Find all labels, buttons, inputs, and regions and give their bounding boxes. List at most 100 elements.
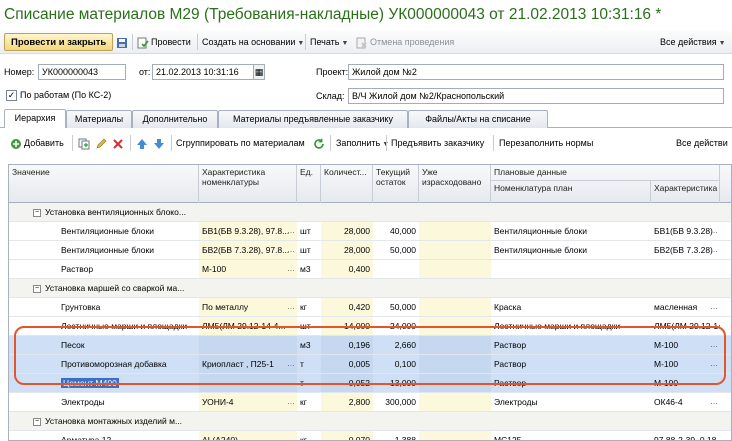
edit-icon[interactable]	[95, 135, 109, 151]
cell-used[interactable]	[419, 412, 491, 430]
cell-qty[interactable]: 0,420	[321, 298, 373, 316]
cell-stock[interactable]: 1,388	[373, 431, 419, 440]
cell-unit[interactable]	[297, 412, 321, 430]
cell-char[interactable]: По металлу	[199, 298, 297, 316]
cell-value[interactable]: Электроды	[9, 393, 199, 411]
cell-unit[interactable]	[297, 203, 321, 221]
tab-materials-presented[interactable]: Материалы предъявленные заказчику	[218, 110, 408, 128]
add-button[interactable]: Добавить	[10, 135, 64, 151]
cell-value[interactable]: − Установка вентиляционных блоко...	[9, 203, 199, 221]
cell-stock[interactable]: 50,000	[373, 241, 419, 259]
cell-qty[interactable]	[321, 279, 373, 297]
create-based-on-menu[interactable]: Создать на основании ▼	[202, 33, 304, 51]
cell-qty[interactable]: 0,400	[321, 260, 373, 278]
column-header-plan-characteristic[interactable]: Характеристика н	[651, 181, 720, 203]
vertical-scrollbar[interactable]	[720, 203, 731, 440]
collapse-icon[interactable]: −	[33, 417, 41, 426]
cell-used[interactable]	[419, 279, 491, 297]
move-up-icon[interactable]	[136, 135, 150, 151]
cell-plan-nom[interactable]: Краска	[491, 298, 651, 316]
table-row[interactable]: Вентиляционные блоки БВ2(БВ 7.3.28), 97.8…	[9, 241, 731, 260]
cell-stock[interactable]	[373, 279, 419, 297]
cell-char[interactable]: УОНИ-4	[199, 393, 297, 411]
cell-value[interactable]: Вентиляционные блоки	[9, 222, 199, 240]
cell-stock[interactable]	[373, 412, 419, 430]
tab-files-acts[interactable]: Файлы/Акты на списание	[408, 110, 548, 128]
cell-plan-nom[interactable]: Вентиляционные блоки	[491, 241, 651, 259]
cell-qty[interactable]: 2,800	[321, 393, 373, 411]
table-row[interactable]: Раствор М-100… м3 0,400	[9, 260, 731, 279]
by-works-checkbox[interactable]: ✓	[6, 90, 17, 101]
cell-unit[interactable]: м3	[297, 260, 321, 278]
group-row[interactable]: − Установка маршей со сваркой ма...	[9, 279, 731, 298]
cell-stock[interactable]: 300,000	[373, 393, 419, 411]
all-actions-menu[interactable]: Все действи	[676, 135, 728, 151]
tab-materials[interactable]: Материалы	[66, 110, 132, 128]
cell-stock[interactable]	[373, 260, 419, 278]
tab-hierarchy[interactable]: Иерархия	[4, 109, 66, 128]
select-button-icon[interactable]: …	[710, 303, 718, 311]
column-header-value[interactable]: Значение	[9, 165, 199, 203]
cell-qty[interactable]: 0,070	[321, 431, 373, 440]
cell-value[interactable]: Грунтовка	[9, 298, 199, 316]
column-header-characteristic[interactable]: Характеристика номенклатуры	[199, 165, 297, 203]
cell-plan-char[interactable]	[651, 279, 720, 297]
cell-unit[interactable]: шт	[297, 222, 321, 240]
project-field[interactable]: Жилой дом №2	[348, 64, 724, 80]
delete-icon[interactable]	[112, 135, 126, 151]
cell-plan-nom[interactable]	[491, 279, 651, 297]
calendar-icon[interactable]: ▦	[253, 64, 265, 80]
collapse-icon[interactable]: −	[33, 284, 41, 293]
group-row[interactable]: − Установка вентиляционных блоко...	[9, 203, 731, 222]
all-actions-menu[interactable]: Все действия ▼	[660, 33, 726, 51]
table-row[interactable]: Электроды УОНИ-4… кг 2,800 300,000 Электроды О…	[9, 393, 731, 412]
cell-unit[interactable]: кг	[297, 393, 321, 411]
cell-plan-nom[interactable]	[491, 412, 651, 430]
select-button-icon[interactable]: …	[287, 436, 295, 441]
cell-plan-char[interactable]	[651, 203, 720, 221]
cell-char[interactable]	[199, 203, 297, 221]
table-row[interactable]: Вентиляционные блоки БВ1(БВ 9.3.28), 97.8…	[9, 222, 731, 241]
cell-plan-nom[interactable]: МС125	[491, 431, 651, 440]
cell-value[interactable]: − Установка монтажных изделий м...	[9, 412, 199, 430]
cell-used[interactable]	[419, 260, 491, 278]
column-header-quantity[interactable]: Количест...	[321, 165, 373, 203]
refresh-icon[interactable]	[313, 135, 327, 151]
select-button-icon[interactable]: …	[710, 227, 718, 235]
present-to-customer-button[interactable]: Предъявить заказчику	[391, 135, 484, 151]
column-header-plan-nomenclature[interactable]: Номенклатура план	[491, 181, 651, 203]
group-by-materials-button[interactable]: Сгруппировать по материалам	[176, 135, 305, 151]
column-header-stock[interactable]: Текущий остаток	[373, 165, 419, 203]
refill-norms-button[interactable]: Перезаполнить нормы	[499, 135, 593, 151]
select-button-icon[interactable]: …	[287, 265, 295, 273]
cell-plan-nom[interactable]	[491, 260, 651, 278]
select-button-icon[interactable]: …	[710, 398, 718, 406]
post-and-close-button[interactable]: Провести и закрыть	[4, 33, 114, 51]
cell-char[interactable]: БВ2(БВ 7.3.28), 97.8...	[199, 241, 297, 259]
cell-char[interactable]: AI (A240)	[199, 431, 297, 440]
cell-unit[interactable]	[297, 279, 321, 297]
cell-qty[interactable]	[321, 412, 373, 430]
cell-qty[interactable]: 28,000	[321, 222, 373, 240]
cell-stock[interactable]: 40,000	[373, 222, 419, 240]
select-button-icon[interactable]: …	[710, 436, 718, 441]
number-field[interactable]: УК000000043	[38, 64, 126, 80]
cell-qty[interactable]: 28,000	[321, 241, 373, 259]
cell-used[interactable]	[419, 241, 491, 259]
select-button-icon[interactable]: …	[287, 227, 295, 235]
cell-used[interactable]	[419, 222, 491, 240]
column-header-plan-data[interactable]: Плановые данные	[491, 165, 720, 181]
cell-used[interactable]	[419, 431, 491, 440]
table-row[interactable]: Грунтовка По металлу… кг 0,420 50,000 Краска м…	[9, 298, 731, 317]
cell-plan-char[interactable]	[651, 412, 720, 430]
cell-used[interactable]	[419, 203, 491, 221]
cell-stock[interactable]	[373, 203, 419, 221]
cell-plan-nom[interactable]: Вентиляционные блоки	[491, 222, 651, 240]
cell-plan-nom[interactable]	[491, 203, 651, 221]
cell-value[interactable]: Раствор	[9, 260, 199, 278]
print-menu[interactable]: Печать ▼	[310, 33, 348, 51]
date-field[interactable]: 21.02.2013 10:31:16	[152, 64, 254, 80]
move-down-icon[interactable]	[153, 135, 167, 151]
copy-icon[interactable]	[78, 135, 92, 151]
cell-plan-nom[interactable]: Электроды	[491, 393, 651, 411]
